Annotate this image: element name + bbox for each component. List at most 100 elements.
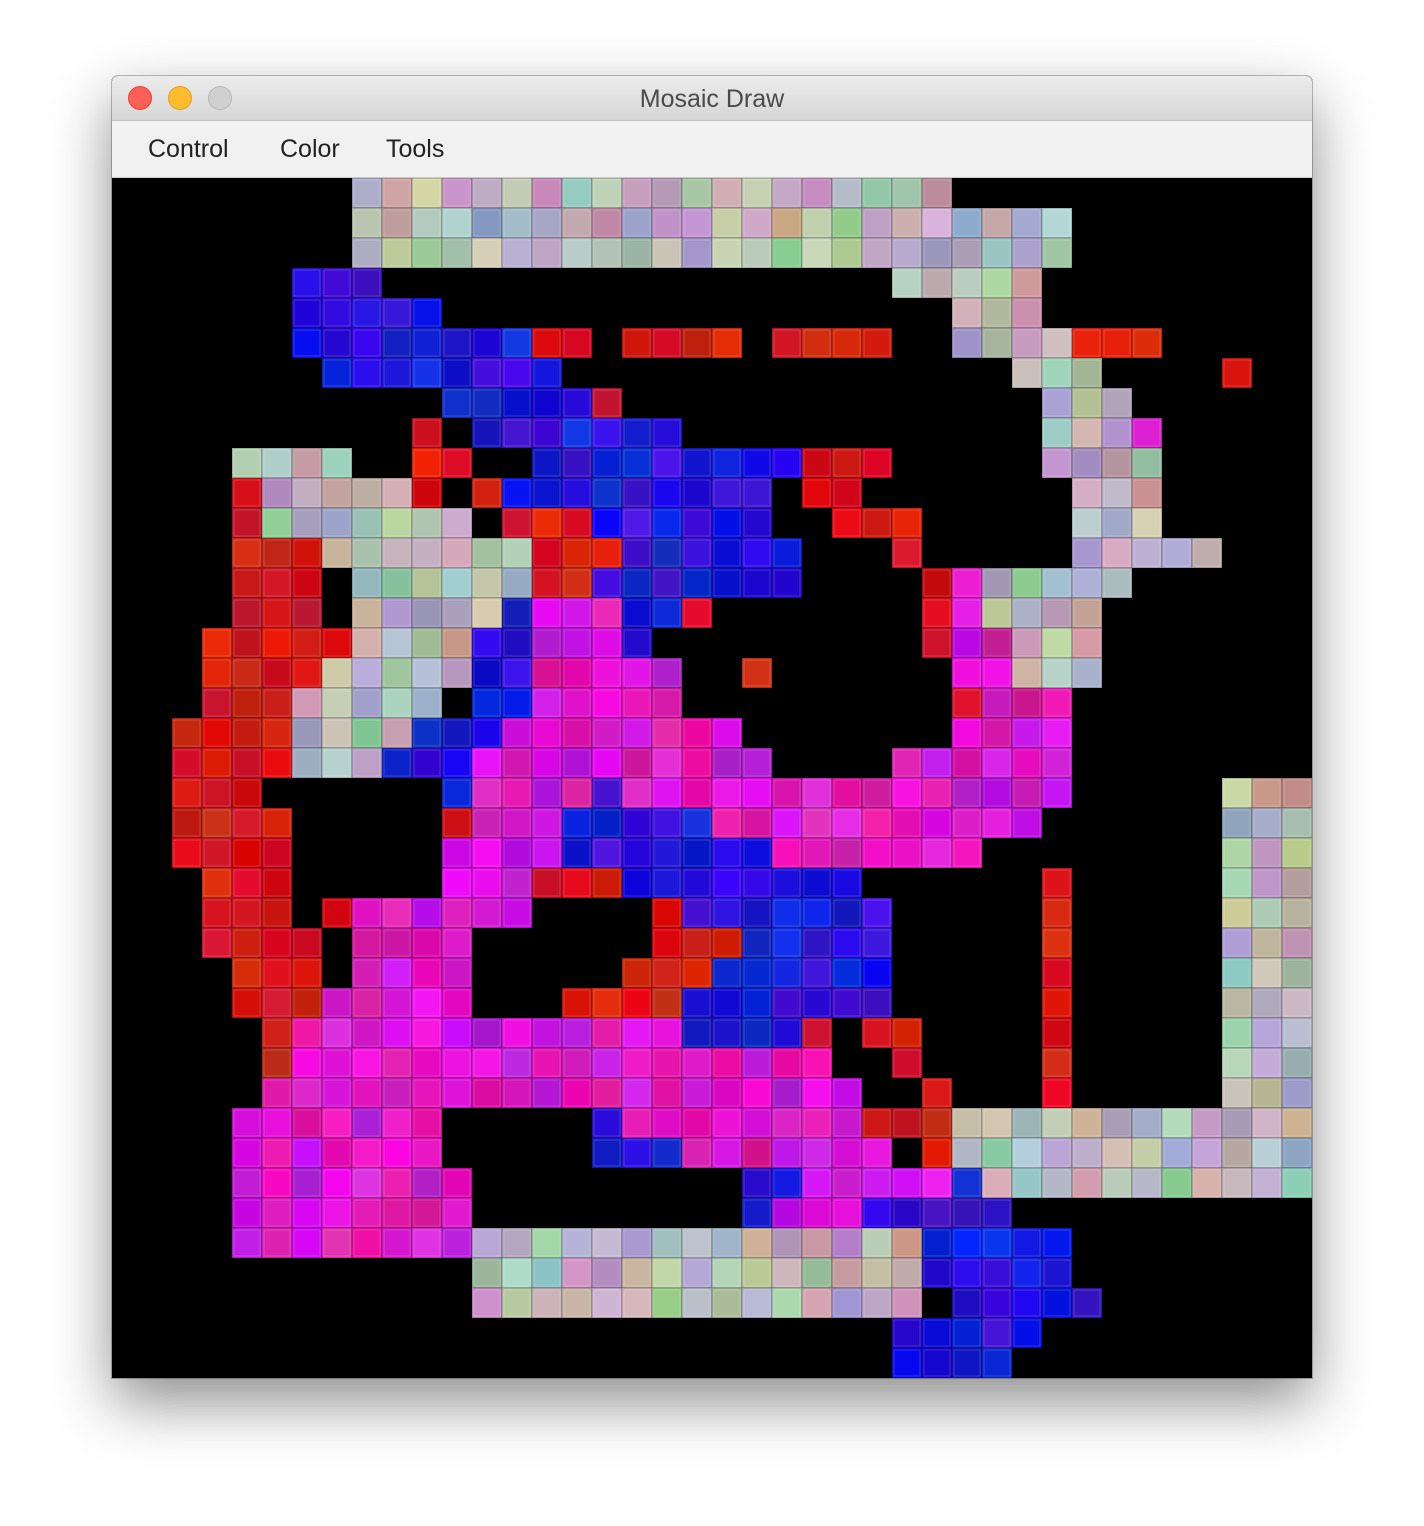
mosaic-tile[interactable] (291, 567, 323, 599)
mosaic-tile[interactable] (1071, 327, 1103, 359)
mosaic-tile[interactable] (1131, 447, 1163, 479)
mosaic-tile[interactable] (1161, 1107, 1193, 1139)
mosaic-tile[interactable] (561, 447, 593, 479)
mosaic-tile[interactable] (1041, 627, 1073, 659)
mosaic-tile[interactable] (291, 987, 323, 1019)
mosaic-tile[interactable] (201, 777, 233, 809)
mosaic-tile[interactable] (651, 1107, 683, 1139)
mosaic-tile[interactable] (1011, 237, 1043, 269)
mosaic-tile[interactable] (261, 747, 293, 779)
mosaic-tile[interactable] (981, 1197, 1013, 1229)
mosaic-tile[interactable] (171, 747, 203, 779)
mosaic-tile[interactable] (591, 597, 623, 629)
mosaic-tile[interactable] (351, 477, 383, 509)
mosaic-tile[interactable] (1221, 837, 1253, 869)
mosaic-tile[interactable] (531, 477, 563, 509)
mosaic-tile[interactable] (831, 807, 863, 839)
mosaic-tile[interactable] (741, 237, 773, 269)
mosaic-tile[interactable] (441, 867, 473, 899)
mosaic-tile[interactable] (591, 447, 623, 479)
mosaic-tile[interactable] (1281, 1107, 1312, 1139)
mosaic-tile[interactable] (621, 957, 653, 989)
mosaic-tile[interactable] (921, 1227, 953, 1259)
mosaic-tile[interactable] (741, 1257, 773, 1289)
mosaic-tile[interactable] (1041, 897, 1073, 929)
mosaic-tile[interactable] (831, 897, 863, 929)
mosaic-tile[interactable] (921, 777, 953, 809)
mosaic-tile[interactable] (651, 657, 683, 689)
mosaic-tile[interactable] (1041, 1137, 1073, 1169)
mosaic-tile[interactable] (381, 687, 413, 719)
mosaic-tile[interactable] (381, 987, 413, 1019)
mosaic-tile[interactable] (921, 567, 953, 599)
mosaic-tile[interactable] (321, 1017, 353, 1049)
mosaic-tile[interactable] (231, 957, 263, 989)
mosaic-tile[interactable] (951, 777, 983, 809)
mosaic-tile[interactable] (561, 687, 593, 719)
mosaic-tile[interactable] (771, 987, 803, 1019)
mosaic-tile[interactable] (861, 237, 893, 269)
mosaic-tile[interactable] (831, 927, 863, 959)
mosaic-tile[interactable] (621, 1137, 653, 1169)
mosaic-tile[interactable] (1071, 537, 1103, 569)
mosaic-tile[interactable] (1191, 1107, 1223, 1139)
mosaic-tile[interactable] (921, 747, 953, 779)
mosaic-tile[interactable] (801, 327, 833, 359)
mosaic-tile[interactable] (441, 507, 473, 539)
mosaic-tile[interactable] (591, 567, 623, 599)
mosaic-tile[interactable] (831, 1197, 863, 1229)
mosaic-tile[interactable] (771, 1287, 803, 1319)
mosaic-tile[interactable] (1071, 357, 1103, 389)
mosaic-tile[interactable] (771, 1137, 803, 1169)
mosaic-tile[interactable] (861, 327, 893, 359)
mosaic-tile[interactable] (1041, 207, 1073, 239)
mosaic-tile[interactable] (1071, 417, 1103, 449)
mosaic-tile[interactable] (441, 567, 473, 599)
mosaic-tile[interactable] (651, 178, 683, 209)
mosaic-tile[interactable] (411, 447, 443, 479)
mosaic-tile[interactable] (381, 1137, 413, 1169)
mosaic-tile[interactable] (1041, 717, 1073, 749)
mosaic-tile[interactable] (291, 477, 323, 509)
mosaic-tile[interactable] (771, 867, 803, 899)
mosaic-tile[interactable] (501, 687, 533, 719)
mosaic-tile[interactable] (621, 178, 653, 209)
mosaic-tile[interactable] (831, 837, 863, 869)
mosaic-tile[interactable] (681, 987, 713, 1019)
mosaic-tile[interactable] (471, 417, 503, 449)
mosaic-tile[interactable] (891, 777, 923, 809)
mosaic-tile[interactable] (621, 627, 653, 659)
mosaic-tile[interactable] (801, 987, 833, 1019)
mosaic-tile[interactable] (621, 1257, 653, 1289)
mosaic-tile[interactable] (531, 447, 563, 479)
mosaic-tile[interactable] (921, 1107, 953, 1139)
mosaic-tile[interactable] (861, 1227, 893, 1259)
mosaic-tile[interactable] (1041, 567, 1073, 599)
mosaic-tile[interactable] (291, 627, 323, 659)
mosaic-tile[interactable] (201, 807, 233, 839)
mosaic-tile[interactable] (741, 567, 773, 599)
mosaic-tile[interactable] (1041, 867, 1073, 899)
mosaic-tile[interactable] (501, 537, 533, 569)
mosaic-tile[interactable] (531, 777, 563, 809)
mosaic-tile[interactable] (1251, 957, 1283, 989)
mosaic-tile[interactable] (321, 1077, 353, 1109)
mosaic-tile[interactable] (1281, 1017, 1312, 1049)
mosaic-tile[interactable] (351, 1167, 383, 1199)
mosaic-tile[interactable] (561, 597, 593, 629)
mosaic-tile[interactable] (441, 237, 473, 269)
mosaic-tile[interactable] (831, 1107, 863, 1139)
mosaic-tile[interactable] (621, 1077, 653, 1109)
mosaic-tile[interactable] (441, 957, 473, 989)
mosaic-tile[interactable] (891, 1017, 923, 1049)
mosaic-tile[interactable] (441, 807, 473, 839)
mosaic-tile[interactable] (651, 807, 683, 839)
mosaic-tile[interactable] (1041, 357, 1073, 389)
mosaic-tile[interactable] (711, 927, 743, 959)
mosaic-tile[interactable] (831, 178, 863, 209)
mosaic-tile[interactable] (951, 657, 983, 689)
mosaic-tile[interactable] (441, 447, 473, 479)
mosaic-tile[interactable] (801, 957, 833, 989)
mosaic-tile[interactable] (351, 627, 383, 659)
mosaic-tile[interactable] (681, 477, 713, 509)
